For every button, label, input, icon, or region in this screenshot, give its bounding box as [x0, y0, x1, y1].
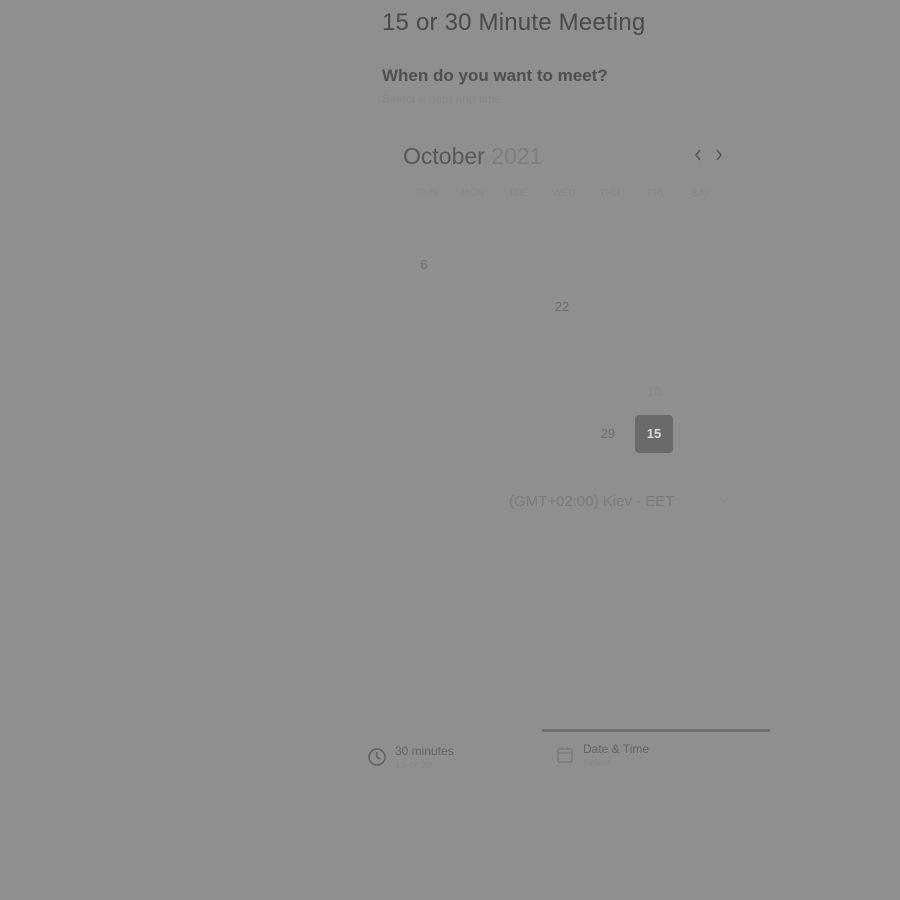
weekday-label: WED — [552, 188, 576, 199]
weekday-label: MON — [460, 188, 485, 199]
weekday-label: THU — [599, 188, 620, 199]
clock-icon — [368, 748, 386, 766]
weekday-label: TUE — [508, 188, 529, 199]
chevron-left-icon — [695, 149, 701, 161]
year-label: 2021 — [491, 143, 543, 169]
step-duration-label: 30 minutes — [395, 744, 454, 758]
step-duration-sub: 15 or 30 — [395, 760, 432, 771]
chevron-down-icon[interactable] — [718, 494, 732, 510]
calendar-day: 22 — [554, 299, 570, 314]
month-label: October — [403, 143, 485, 169]
weekday-label: FRI — [647, 188, 664, 199]
timezone-selector[interactable]: (GMT+02:00) Kiev - EET — [509, 493, 674, 510]
weekday-label: SAT — [691, 188, 711, 199]
step-datetime-label: Date & Time — [583, 742, 650, 756]
calendar-day-selected[interactable]: 15 — [635, 415, 673, 453]
weekday-header-row: SUN MON TUE WED THU FRI SAT — [404, 188, 724, 202]
question-subtitle: Select a date and time — [382, 92, 502, 106]
chevron-right-icon — [716, 149, 722, 161]
calendar-icon — [557, 747, 573, 763]
calendar-day: 10 — [646, 384, 662, 399]
step-date-time[interactable]: Date & Time Select — [555, 742, 649, 769]
page-title: 15 or 30 Minute Meeting — [382, 9, 646, 36]
step-progress-bar — [542, 729, 770, 732]
booking-page: 15 or 30 Minute Meeting When do you want… — [0, 0, 900, 900]
month-year-header: October 2021 — [403, 143, 542, 170]
calendar-day: 6 — [420, 257, 428, 272]
weekday-label: SUN — [416, 188, 438, 199]
step-datetime-sub: Select — [583, 758, 611, 769]
step-duration[interactable]: 30 minutes 15 or 30 — [367, 744, 454, 771]
next-month-button[interactable] — [711, 145, 727, 167]
question-heading: When do you want to meet? — [382, 66, 608, 85]
previous-month-button[interactable] — [690, 145, 706, 167]
calendar-day: 29 — [600, 426, 616, 441]
